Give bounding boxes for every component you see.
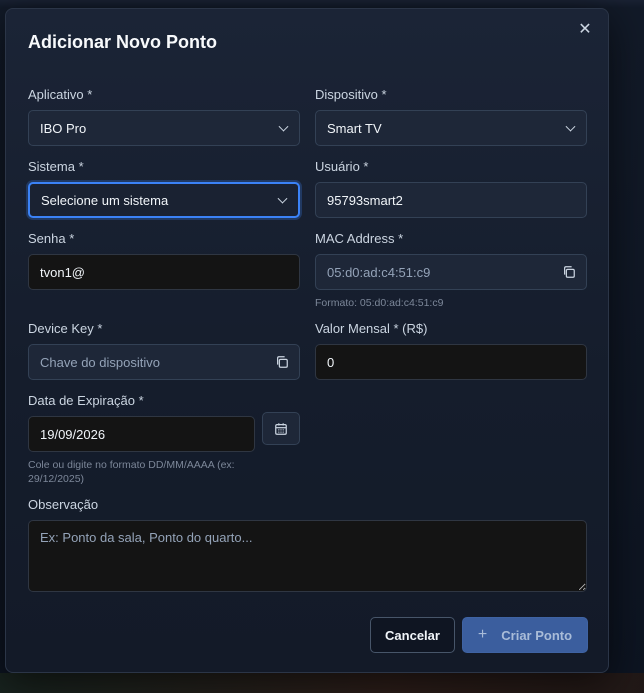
sistema-label: Sistema * <box>28 159 84 174</box>
calendar-button[interactable] <box>262 412 300 445</box>
copy-icon[interactable] <box>275 355 289 369</box>
mac-input[interactable]: 05:d0:ad:c4:51:c9 <box>315 254 587 290</box>
close-icon[interactable]: ✕ <box>576 21 594 39</box>
senha-label: Senha * <box>28 231 75 246</box>
observacao-label: Observação <box>28 497 99 512</box>
mac-value: 05:d0:ad:c4:51:c9 <box>327 264 431 280</box>
copy-icon[interactable] <box>562 265 576 279</box>
valor-mensal-field: Valor Mensal * (R$) 0 <box>315 321 587 380</box>
senha-input[interactable]: tvon1@ <box>28 254 300 290</box>
dispositivo-field: Dispositivo * Smart TV <box>315 87 587 146</box>
device-key-input[interactable]: Chave do dispositivo <box>28 344 300 380</box>
dialog-title: Adicionar Novo Ponto <box>28 32 217 52</box>
aplicativo-value: IBO Pro <box>40 120 87 136</box>
data-expiracao-input[interactable]: 19/09/2026 <box>28 416 255 452</box>
device-key-field: Device Key * Chave do dispositivo <box>28 321 300 380</box>
data-expiracao-value: 19/09/2026 <box>40 426 106 442</box>
device-key-label: Device Key * <box>28 321 103 336</box>
usuario-input[interactable]: 95793smart2 <box>315 182 587 218</box>
usuario-label: Usuário * <box>315 159 369 174</box>
sistema-select[interactable]: Selecione um sistema <box>28 182 300 218</box>
plus-icon: + <box>477 626 488 643</box>
aplicativo-field: Aplicativo * IBO Pro <box>28 87 300 146</box>
valor-mensal-label: Valor Mensal * (R$) <box>315 321 428 336</box>
create-point-button[interactable]: + Criar Ponto <box>462 617 588 653</box>
sistema-field: Sistema * Selecione um sistema <box>28 159 300 218</box>
create-point-label: Criar Ponto <box>501 627 573 643</box>
usuario-field: Usuário * 95793smart2 <box>315 159 587 218</box>
mac-hint: Formato: 05:d0:ad:c4:51:c9 <box>315 297 444 309</box>
senha-field: Senha * tvon1@ <box>28 231 300 290</box>
observacao-field: Observação <box>28 497 587 597</box>
sistema-value: Selecione um sistema <box>41 192 169 208</box>
aplicativo-label: Aplicativo * <box>28 87 93 102</box>
valor-mensal-value: 0 <box>327 354 335 370</box>
valor-mensal-input[interactable]: 0 <box>315 344 587 380</box>
data-expiracao-hint: Cole ou digite no formato DD/MM/AAAA (ex… <box>28 459 235 485</box>
data-expiracao-label: Data de Expiração * <box>28 393 144 408</box>
add-point-dialog: ✕ Adicionar Novo Ponto Aplicativo * IBO … <box>5 8 609 673</box>
cancel-button[interactable]: Cancelar <box>370 617 455 653</box>
chevron-down-icon <box>278 121 289 132</box>
data-expiracao-field: Data de Expiração * 19/09/2026 Cole ou d… <box>28 393 300 486</box>
dispositivo-label: Dispositivo * <box>315 87 387 102</box>
calendar-icon <box>275 422 287 435</box>
aplicativo-select[interactable]: IBO Pro <box>28 110 300 146</box>
usuario-value: 95793smart2 <box>327 192 403 208</box>
observacao-textarea[interactable] <box>28 520 587 592</box>
dispositivo-value: Smart TV <box>327 120 382 136</box>
background-strip <box>0 673 644 693</box>
chevron-down-icon <box>565 121 576 132</box>
chevron-down-icon <box>277 193 288 204</box>
senha-value: tvon1@ <box>40 264 85 280</box>
mac-field: MAC Address * 05:d0:ad:c4:51:c9 Formato:… <box>315 231 587 310</box>
device-key-placeholder: Chave do dispositivo <box>40 354 160 370</box>
dispositivo-select[interactable]: Smart TV <box>315 110 587 146</box>
mac-label: MAC Address * <box>315 231 404 246</box>
